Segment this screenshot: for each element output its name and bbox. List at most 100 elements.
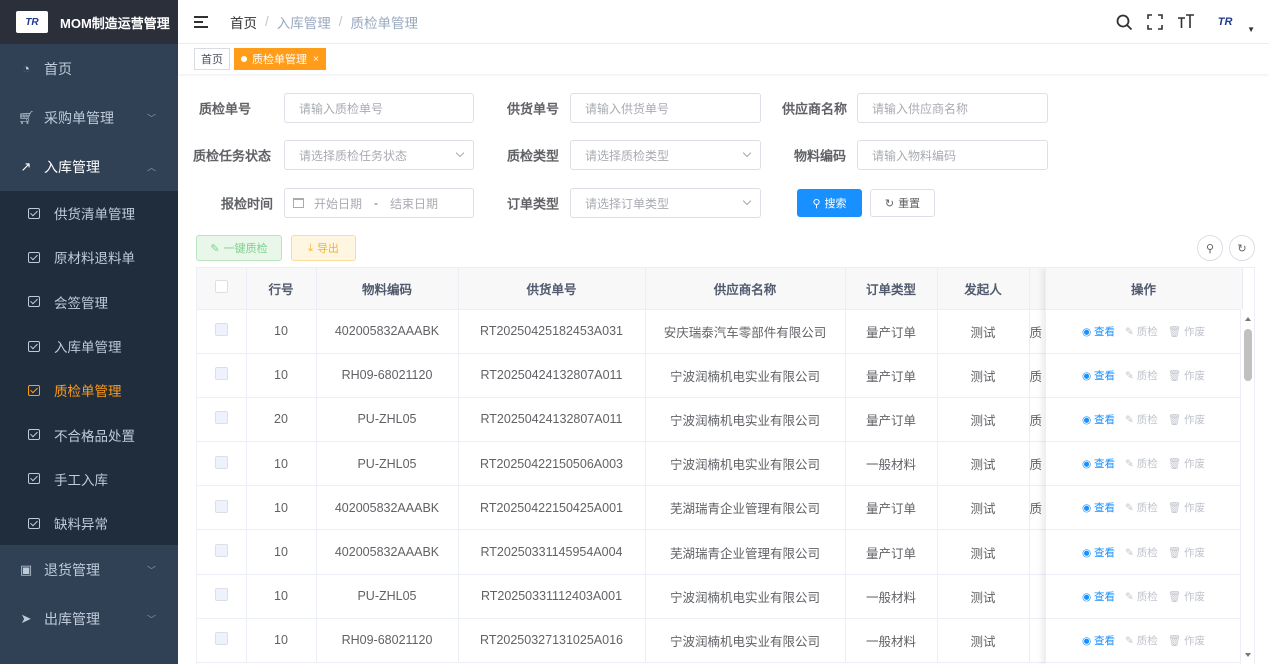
export-button[interactable]: ⤓ 导出 bbox=[291, 235, 356, 261]
void-button[interactable]: 🗑︎ 作废 bbox=[1168, 324, 1205, 339]
void-button[interactable]: 🗑︎ 作废 bbox=[1168, 633, 1205, 648]
table-row[interactable]: 10 402005832AAABK RT20250425182453A031 安庆瑞泰… bbox=[197, 309, 1243, 354]
view-button[interactable]: ◉ 查看 bbox=[1082, 633, 1115, 648]
tag-qc-order[interactable]: 质检单管理 × bbox=[234, 48, 326, 70]
toggle-search-button[interactable]: ⚲ bbox=[1197, 235, 1223, 261]
scrollbar-thumb[interactable] bbox=[1244, 329, 1252, 381]
void-button[interactable]: 🗑︎ 作废 bbox=[1168, 412, 1205, 427]
scroll-down-icon[interactable] bbox=[1245, 653, 1251, 657]
close-icon[interactable]: × bbox=[313, 54, 319, 65]
reset-button[interactable]: ↻ 重置 bbox=[870, 189, 935, 217]
batch-qc-button[interactable]: ✎ 一键质检 bbox=[196, 235, 282, 261]
table-row[interactable]: 20 PU-ZHL05 RT20250424132807A011 宁波润楠机电实业有限… bbox=[197, 397, 1243, 443]
qc-button[interactable]: ✎ 质检 bbox=[1125, 589, 1158, 604]
sidebar-item-material-return[interactable]: 原材料退料单 bbox=[0, 235, 178, 279]
void-button[interactable]: 🗑︎ 作废 bbox=[1168, 456, 1205, 471]
row-select-cell[interactable] bbox=[197, 441, 247, 487]
row-select-cell[interactable] bbox=[197, 353, 247, 398]
void-button[interactable]: 🗑︎ 作废 bbox=[1168, 368, 1205, 383]
table-row[interactable]: 10 RH09-68021120 RT20250424132807A011 宁波润楠机… bbox=[197, 353, 1243, 398]
select-all-checkbox[interactable] bbox=[214, 280, 228, 294]
fullscreen-icon[interactable] bbox=[1147, 14, 1163, 30]
table-row[interactable]: 10 402005832AAABK RT20250422150425A001 芜湖瑞青… bbox=[197, 485, 1243, 531]
supplier-input[interactable]: 请输入供应商名称 bbox=[857, 93, 1048, 123]
col-header-supply-no: 供货单号 bbox=[458, 268, 646, 310]
sidebar-item-inbound[interactable]: ↗ 入库管理 ︿ bbox=[0, 142, 178, 191]
row-select-cell[interactable] bbox=[197, 397, 247, 443]
row-select-cell[interactable] bbox=[197, 529, 247, 575]
qc-button[interactable]: ✎ 质检 bbox=[1125, 500, 1158, 515]
void-button[interactable]: 🗑︎ 作废 bbox=[1168, 545, 1205, 560]
sidebar-item-label: 出库管理 bbox=[44, 610, 100, 627]
table-scrollbar[interactable] bbox=[1240, 309, 1254, 664]
view-button[interactable]: ◉ 查看 bbox=[1082, 412, 1115, 427]
table-row[interactable]: 10 PU-ZHL05 RT20250422150506A003 宁波润楠机电实业有限… bbox=[197, 441, 1243, 487]
menu-toggle-icon[interactable] bbox=[194, 15, 210, 29]
cell-supplier: 安庆瑞泰汽车零部件有限公司 bbox=[645, 309, 846, 354]
sidebar-item-return[interactable]: ▣ 退货管理 ﹀ bbox=[0, 545, 178, 594]
qc-button[interactable]: ✎ 质检 bbox=[1125, 324, 1158, 339]
material-code-input[interactable]: 请输入物料编码 bbox=[857, 140, 1048, 170]
cell-truncated: 质 bbox=[1029, 485, 1046, 531]
sidebar-item-supply-list[interactable]: 供货清单管理 bbox=[0, 191, 178, 235]
report-time-range[interactable]: 开始日期 - 结束日期 bbox=[284, 188, 474, 218]
row-checkbox[interactable] bbox=[214, 544, 228, 558]
view-button[interactable]: ◉ 查看 bbox=[1082, 368, 1115, 383]
void-button[interactable]: 🗑︎ 作废 bbox=[1168, 500, 1205, 515]
sidebar-item-qc-order[interactable]: 质检单管理 bbox=[0, 368, 178, 412]
table-row[interactable]: 10 PU-ZHL05 RT20250331112403A001 宁波润楠机电实业有限… bbox=[197, 574, 1243, 619]
eye-icon: ◉ bbox=[1081, 590, 1092, 603]
select-all-cell[interactable] bbox=[197, 268, 247, 310]
breadcrumb-inbound[interactable]: 入库管理 bbox=[277, 12, 331, 32]
qc-button[interactable]: ✎ 质检 bbox=[1125, 456, 1158, 471]
scroll-up-icon[interactable] bbox=[1245, 317, 1251, 321]
row-select-cell[interactable] bbox=[197, 574, 247, 619]
qc-button[interactable]: ✎ 质检 bbox=[1125, 412, 1158, 427]
edit-icon: ✎ bbox=[1125, 325, 1134, 338]
breadcrumb-home[interactable]: 首页 bbox=[230, 12, 257, 32]
sidebar-item-outbound[interactable]: ➤ 出库管理 ﹀ bbox=[0, 594, 178, 643]
sidebar-item-nonconforming[interactable]: 不合格品处置 bbox=[0, 412, 178, 456]
col-header-ops: 操作 bbox=[1045, 268, 1243, 310]
row-checkbox[interactable] bbox=[214, 632, 228, 646]
row-checkbox[interactable] bbox=[214, 499, 228, 513]
row-checkbox[interactable] bbox=[214, 411, 228, 425]
sidebar-item-home[interactable]: ◔ 首页 bbox=[0, 44, 178, 93]
avatar[interactable]: TR bbox=[1209, 12, 1241, 32]
row-checkbox[interactable] bbox=[214, 588, 228, 602]
row-checkbox[interactable] bbox=[214, 455, 228, 469]
qc-no-input[interactable]: 请输入质检单号 bbox=[284, 93, 474, 123]
row-checkbox[interactable] bbox=[214, 367, 228, 381]
view-button[interactable]: ◉ 查看 bbox=[1082, 456, 1115, 471]
void-button[interactable]: 🗑︎ 作废 bbox=[1168, 589, 1205, 604]
task-status-select[interactable]: 请选择质检任务状态 bbox=[284, 140, 474, 170]
qc-button[interactable]: ✎ 质检 bbox=[1125, 545, 1158, 560]
row-checkbox[interactable] bbox=[214, 323, 228, 337]
sidebar-item-label: 退货管理 bbox=[44, 561, 100, 578]
qc-type-select[interactable]: 请选择质检类型 bbox=[570, 140, 761, 170]
sidebar-item-purchase[interactable]: 🛒︎ 采购单管理 ﹀ bbox=[0, 93, 178, 142]
qc-button[interactable]: ✎ 质检 bbox=[1125, 633, 1158, 648]
caret-down-icon[interactable]: ▼ bbox=[1247, 25, 1255, 34]
qc-button[interactable]: ✎ 质检 bbox=[1125, 368, 1158, 383]
sidebar-item-countersign[interactable]: 会签管理 bbox=[0, 280, 178, 324]
refresh-button[interactable]: ↻ bbox=[1229, 235, 1255, 261]
search-icon[interactable] bbox=[1116, 14, 1133, 31]
table-row[interactable]: 10 402005832AAABK RT20250331145954A004 芜湖瑞青… bbox=[197, 529, 1243, 575]
supply-no-input[interactable]: 请输入供货单号 bbox=[570, 93, 761, 123]
tag-home[interactable]: 首页 bbox=[194, 48, 230, 70]
view-button[interactable]: ◉ 查看 bbox=[1082, 545, 1115, 560]
table-row[interactable]: 10 RH09-68021120 RT20250327131025A016 宁波润楠机… bbox=[197, 618, 1243, 664]
sidebar-item-inbound-order[interactable]: 入库单管理 bbox=[0, 324, 178, 368]
order-type-select[interactable]: 请选择订单类型 bbox=[570, 188, 761, 218]
row-select-cell[interactable] bbox=[197, 618, 247, 664]
view-button[interactable]: ◉ 查看 bbox=[1082, 589, 1115, 604]
sidebar-item-shortage[interactable]: 缺料异常 bbox=[0, 501, 178, 545]
row-select-cell[interactable] bbox=[197, 485, 247, 531]
sidebar-item-manual-inbound[interactable]: 手工入库 bbox=[0, 457, 178, 501]
view-button[interactable]: ◉ 查看 bbox=[1082, 500, 1115, 515]
search-button[interactable]: ⚲ 搜索 bbox=[797, 189, 862, 217]
font-size-icon[interactable] bbox=[1177, 14, 1195, 30]
row-select-cell[interactable] bbox=[197, 309, 247, 354]
view-button[interactable]: ◉ 查看 bbox=[1082, 324, 1115, 339]
